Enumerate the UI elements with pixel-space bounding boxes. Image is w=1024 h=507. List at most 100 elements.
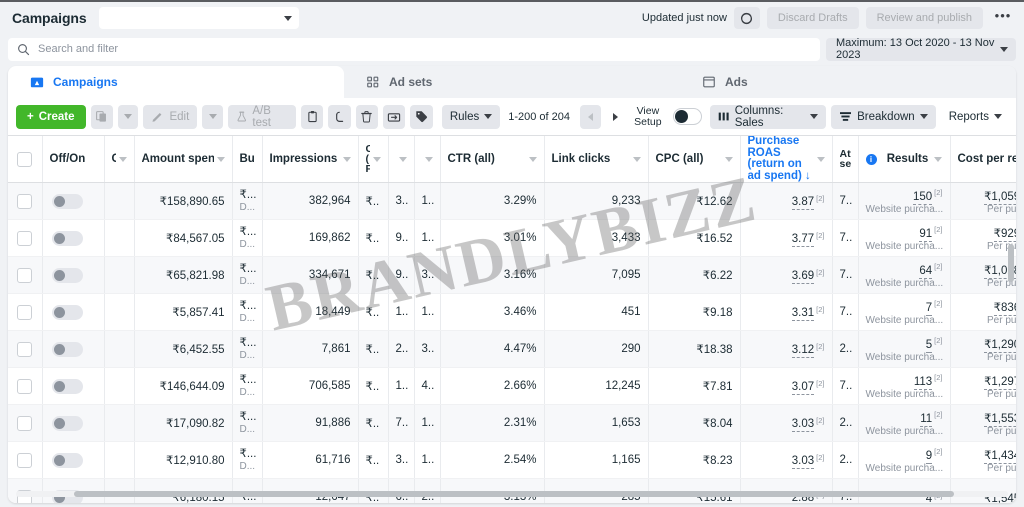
columns-button[interactable]: Columns: Sales: [710, 104, 827, 129]
table-row[interactable]: ₹5,857.41 ₹... D... 18,449 ₹.. 1.. 1.. 3.46% 451…: [8, 293, 1016, 331]
column-header-clicks[interactable]: Link clicks: [544, 136, 649, 183]
select-all-checkbox[interactable]: [17, 151, 33, 167]
column-header-check[interactable]: [8, 136, 43, 183]
next-page-button[interactable]: [605, 104, 627, 129]
refresh-button[interactable]: [733, 7, 760, 29]
table-row[interactable]: ₹158,890.65 ₹... D... 382,964 ₹.. 3.. 1.. 3.29%…: [8, 182, 1016, 220]
export-button[interactable]: [383, 104, 406, 129]
column-header-attr[interactable]: Attr sett: [832, 136, 859, 183]
vertical-scrollbar[interactable]: [1008, 244, 1014, 282]
row-on-off-toggle[interactable]: [51, 267, 83, 283]
column-header-cpc[interactable]: CPC (all): [648, 136, 741, 183]
previous-page-button[interactable]: [580, 104, 601, 129]
row-checkbox[interactable]: [17, 193, 33, 209]
table-row[interactable]: ₹84,567.05 ₹... D... 169,862 ₹.. 9.. 1.. 3.01% 3…: [8, 219, 1016, 257]
row-on-off-toggle[interactable]: [51, 452, 83, 468]
row-checkbox[interactable]: [17, 378, 33, 394]
horizontal-scrollbar-thumb[interactable]: [74, 491, 954, 497]
row-on-off-toggle[interactable]: [51, 378, 83, 394]
column-header-label: C ( P: [365, 144, 370, 174]
column-header-spent[interactable]: Amount spent: [134, 136, 233, 183]
cell-results: 7 [2] Website purcha...: [858, 293, 951, 331]
tab-adsets[interactable]: Ad sets: [344, 66, 680, 98]
sort-chevron-icon[interactable]: [528, 156, 537, 162]
sort-chevron-icon[interactable]: [816, 156, 825, 162]
cell-campaign: [104, 256, 135, 294]
sort-chevron-icon[interactable]: [934, 156, 943, 162]
breakdown-button[interactable]: Breakdown: [831, 104, 936, 129]
edit-menu-button[interactable]: [202, 104, 223, 129]
sort-chevron-icon[interactable]: [724, 156, 733, 162]
row-on-off-toggle[interactable]: [51, 304, 83, 320]
row-on-off-toggle[interactable]: [51, 230, 83, 246]
sort-chevron-icon[interactable]: [632, 156, 641, 162]
cell-spent: ₹6,452.55: [134, 330, 233, 368]
column-header-cpr[interactable]: Cost per result: [950, 136, 1016, 183]
rules-button[interactable]: Rules: [441, 104, 501, 129]
table-row[interactable]: ₹12,910.80 ₹... D... 61,716 ₹.. 3.. 1.. 2.54% 1,…: [8, 441, 1016, 479]
cell-cpm: ₹..: [358, 404, 389, 442]
cell-cpr: ₹929.31[2]Per purchase: [950, 219, 1016, 257]
row-checkbox[interactable]: [17, 452, 33, 468]
chevron-right-icon: [613, 112, 619, 121]
table-row[interactable]: ₹146,644.09 ₹... D... 706,585 ₹.. 1.. 4.. 2.66%…: [8, 367, 1016, 405]
discard-drafts-button[interactable]: Discard Drafts: [766, 7, 859, 29]
clipboard-button[interactable]: [301, 104, 324, 129]
column-header-f1[interactable]: F: [388, 136, 415, 183]
duplicate-menu-button[interactable]: [117, 104, 139, 129]
column-header-campaign[interactable]: C: [104, 136, 135, 183]
sort-chevron-icon[interactable]: [118, 156, 127, 162]
account-select[interactable]: [98, 7, 299, 29]
row-checkbox[interactable]: [17, 341, 33, 357]
cell-f2: 1..: [414, 441, 441, 479]
tab-campaigns[interactable]: Campaigns: [8, 66, 344, 98]
row-checkbox[interactable]: [17, 415, 33, 431]
sort-chevron-icon[interactable]: [398, 156, 407, 162]
undo-button[interactable]: [328, 104, 351, 129]
column-header-offon[interactable]: Off/On: [42, 136, 105, 183]
sort-chevron-icon[interactable]: [372, 156, 381, 162]
results-sub: Website purcha...: [865, 351, 944, 363]
row-checkbox[interactable]: [17, 230, 33, 246]
cell-f1: 2..: [388, 330, 415, 368]
row-on-off-toggle[interactable]: [51, 415, 83, 431]
table-row[interactable]: ₹6,452.55 ₹... D... 7,861 ₹.. 2.. 3.. 4.47% 290 ₹…: [8, 330, 1016, 368]
edit-button[interactable]: Edit: [143, 104, 198, 129]
table-row[interactable]: ₹65,821.98 ₹... D... 334,671 ₹.. 9.. 3.. 3.16% 7…: [8, 256, 1016, 294]
sort-chevron-icon[interactable]: [342, 156, 351, 162]
column-header-results[interactable]: i Results: [858, 136, 951, 183]
date-range-picker[interactable]: Maximum: 13 Oct 2020 - 13 Nov 2023: [826, 37, 1016, 61]
row-on-off-toggle[interactable]: [51, 193, 83, 209]
cell-cpc: ₹8.23: [648, 441, 741, 479]
ab-test-button[interactable]: A/B test: [227, 104, 297, 129]
sort-chevron-icon[interactable]: [424, 156, 433, 162]
reports-button[interactable]: Reports: [941, 105, 1010, 129]
column-header-ctr[interactable]: CTR (all): [440, 136, 545, 183]
tag-button[interactable]: [410, 104, 433, 129]
budget-sub: D...: [239, 275, 256, 287]
campaigns-table-scroll[interactable]: Off/On C Amount spent Bud Impressions C ( P FF…: [8, 136, 1016, 503]
duplicate-button[interactable]: [90, 104, 113, 129]
row-checkbox[interactable]: [17, 304, 33, 320]
cell-check: [8, 219, 43, 257]
create-button[interactable]: + Create: [16, 104, 86, 129]
cell-campaign: [104, 404, 135, 442]
column-header-roas[interactable]: Purchase ROAS (return on ad spend) ↓: [740, 136, 833, 183]
column-header-label: Attr sett: [839, 149, 851, 169]
column-header-budget[interactable]: Bud: [232, 136, 263, 183]
more-options-button[interactable]: •••: [990, 7, 1016, 29]
horizontal-scrollbar-track[interactable]: [16, 491, 1008, 497]
row-on-off-toggle[interactable]: [51, 341, 83, 357]
column-header-impr[interactable]: Impressions: [262, 136, 359, 183]
column-header-f2[interactable]: F: [414, 136, 441, 183]
table-row[interactable]: ₹17,090.82 ₹... D... 91,886 ₹.. 7.. 1.. 2.31% 1,…: [8, 404, 1016, 442]
budget-sub: D...: [239, 386, 256, 398]
delete-button[interactable]: [355, 104, 379, 129]
row-checkbox[interactable]: [17, 267, 33, 283]
view-setup-toggle[interactable]: [672, 108, 703, 125]
search-input[interactable]: Search and filter: [8, 37, 820, 61]
sort-chevron-icon[interactable]: [216, 156, 225, 162]
review-and-publish-button[interactable]: Review and publish: [865, 7, 983, 29]
column-header-cpm[interactable]: C ( P: [358, 136, 389, 183]
tab-ads[interactable]: Ads: [680, 66, 1016, 98]
